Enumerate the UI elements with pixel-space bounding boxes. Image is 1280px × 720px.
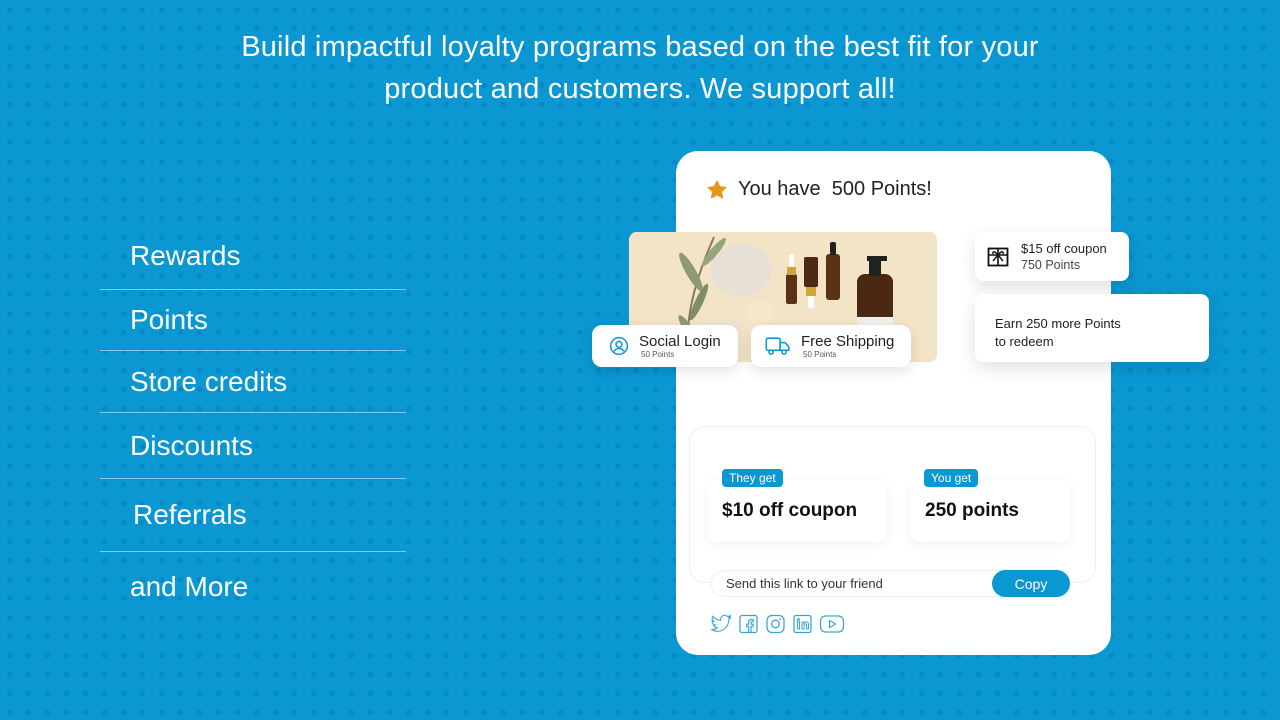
- earn-more-card: Earn 250 more Points to redeem: [975, 294, 1209, 362]
- reward-title: $15 off coupon: [1021, 241, 1107, 256]
- referral-link-text: Send this link to your friend: [726, 576, 883, 591]
- feature-item-store-credits: Store credits: [100, 351, 406, 413]
- earn-action-free-shipping[interactable]: Free Shipping 50 Points: [751, 325, 911, 367]
- social-share-icons: [710, 614, 845, 634]
- they-get-tag: They get: [722, 469, 783, 487]
- they-get-value: $10 off coupon: [722, 500, 858, 521]
- feature-item-rewards: Rewards: [100, 222, 406, 290]
- star-icon: [707, 180, 727, 198]
- earn-action-social-login[interactable]: Social Login 50 Points: [592, 325, 738, 367]
- points-banner: You have 500 Points!: [706, 178, 932, 201]
- youtube-icon[interactable]: [819, 614, 845, 634]
- you-get-tag: You get: [924, 469, 979, 487]
- user-circle-icon: [609, 336, 629, 356]
- you-get-card: 250 points: [911, 480, 1070, 542]
- feature-list: Rewards Points Store credits Discounts R…: [100, 222, 406, 622]
- headline-line-1: Build impactful loyalty programs based o…: [241, 31, 1039, 63]
- instagram-icon[interactable]: [765, 614, 786, 634]
- they-get-card: $10 off coupon: [708, 480, 887, 542]
- earn-action-points: 50 Points: [803, 350, 837, 359]
- gift-icon: [987, 247, 1009, 266]
- earn-action-title: Free Shipping: [801, 333, 895, 350]
- earn-more-line-1: Earn 250 more Points: [995, 316, 1121, 331]
- feature-item-referrals: Referrals: [100, 479, 406, 552]
- copy-button[interactable]: Copy: [992, 570, 1070, 597]
- headline: Build impactful loyalty programs based o…: [140, 26, 1140, 110]
- reward-coupon-card[interactable]: $15 off coupon 750 Points: [975, 232, 1129, 281]
- earn-action-points: 50 Points: [641, 350, 675, 359]
- feature-item-discounts: Discounts: [100, 413, 406, 479]
- earn-action-title: Social Login: [639, 333, 721, 350]
- feature-item-more: and More: [130, 571, 249, 602]
- points-balance-text: You have 500 Points!: [738, 178, 932, 200]
- headline-line-2: product and customers. We support all!: [384, 73, 896, 105]
- facebook-icon[interactable]: [738, 614, 759, 634]
- twitter-icon[interactable]: [710, 614, 732, 634]
- you-get-value: 250 points: [925, 500, 1019, 521]
- reward-points: 750 Points: [1021, 258, 1081, 272]
- feature-item-points: Points: [100, 290, 406, 351]
- truck-icon: [765, 337, 790, 355]
- earn-more-line-2: to redeem: [995, 334, 1054, 349]
- linkedin-icon[interactable]: [792, 614, 813, 634]
